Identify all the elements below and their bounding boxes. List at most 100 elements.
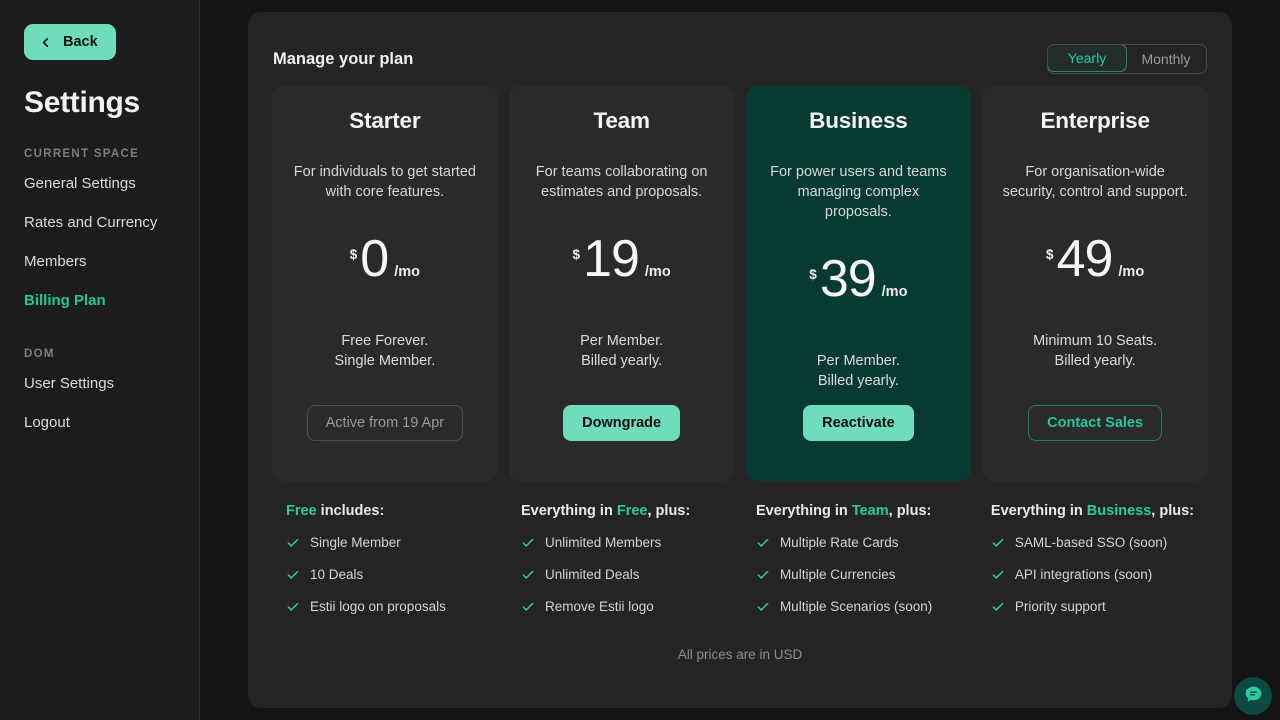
feature-item: Unlimited Members xyxy=(521,535,717,550)
feature-column-title: Everything in Team, plus: xyxy=(755,503,932,519)
plan-cta-wrap: Reactivate xyxy=(803,405,914,461)
plan-terms: Per Member. Billed yearly. xyxy=(580,333,664,370)
feature-column-title: Everything in Free, plus: xyxy=(520,503,691,519)
check-icon xyxy=(286,568,300,582)
check-icon xyxy=(521,536,535,550)
plan-terms: Minimum 10 Seats. Billed yearly. xyxy=(1033,333,1158,370)
panel-heading: Manage your plan xyxy=(273,49,414,68)
check-icon xyxy=(521,568,535,582)
check-icon xyxy=(991,600,1005,614)
nav-group-label: DOM xyxy=(24,348,55,360)
feature-item-label: Multiple Scenarios (soon) xyxy=(779,599,933,614)
price-amount: 19 xyxy=(583,230,640,289)
settings-sidebar: Back Settings CURRENT SPACE General Setti… xyxy=(0,0,200,720)
feature-item-label: Priority support xyxy=(1014,599,1106,614)
feature-item: API integrations (soon) xyxy=(991,567,1194,582)
price-amount: 49 xyxy=(1056,230,1114,289)
price-currency: $ xyxy=(1046,247,1054,263)
sidebar-item-user-settings[interactable]: User Settings xyxy=(24,364,199,403)
main-content: Manage your plan Yearly Monthly Starter F… xyxy=(200,0,1280,720)
check-icon xyxy=(286,536,300,550)
sidebar-item-rates-and-currency[interactable]: Rates and Currency xyxy=(24,203,199,242)
price-period: /mo xyxy=(644,264,671,281)
sidebar-item-members[interactable]: Members xyxy=(24,242,199,281)
price-period: /mo xyxy=(394,264,420,281)
feature-column-4: Everything in Business, plus: SAML-based … xyxy=(977,503,1208,631)
plan-name: Starter xyxy=(349,108,421,133)
plan-cta-wrap: Active from 19 Apr xyxy=(306,405,464,461)
feature-item: Estii logo on proposals xyxy=(286,599,482,614)
plan-cta-team[interactable]: Downgrade xyxy=(563,405,681,441)
feature-item-label: Unlimited Members xyxy=(544,535,662,550)
plan-price: $49/mo xyxy=(1046,233,1144,295)
plan-terms: Free Forever. Single Member. xyxy=(334,333,436,370)
sidebar-item-billing-plan[interactable]: Billing Plan xyxy=(24,281,199,320)
feature-item-label: Single Member xyxy=(310,535,401,550)
back-button-label: Back xyxy=(63,34,98,50)
feature-item-label: Multiple Rate Cards xyxy=(779,535,899,550)
feature-item-label: Estii logo on proposals xyxy=(310,599,446,614)
billing-plan-panel: Manage your plan Yearly Monthly Starter F… xyxy=(248,12,1232,708)
plan-price: $39/mo xyxy=(809,253,907,315)
price-currency: $ xyxy=(349,247,358,263)
plan-cta-enterprise[interactable]: Contact Sales xyxy=(1028,405,1163,441)
plan-card-row: Starter For individuals to get started wi… xyxy=(272,86,1208,481)
feature-column-1: Free includes: Single Member 10 Deals Estii… xyxy=(272,503,496,631)
feature-item: Multiple Scenarios (soon) xyxy=(756,599,952,614)
sidebar-item-logout[interactable]: Logout xyxy=(24,403,199,442)
feature-column-title: Free includes: xyxy=(286,503,385,519)
sidebar-item-general-settings[interactable]: General Settings xyxy=(24,164,199,203)
check-icon xyxy=(286,600,300,614)
check-icon xyxy=(991,536,1005,550)
check-icon xyxy=(521,600,535,614)
price-period: /mo xyxy=(881,284,908,301)
plan-description: For individuals to get started with core… xyxy=(293,164,476,201)
check-icon xyxy=(756,600,770,614)
price-currency: $ xyxy=(809,267,817,283)
feature-title-highlight: Free xyxy=(286,503,317,519)
sidebar-nav: CURRENT SPACE General Settings Rates and C… xyxy=(24,148,199,442)
plan-terms: Per Member. Billed yearly. xyxy=(816,353,900,390)
billing-toggle-monthly[interactable]: Monthly xyxy=(1126,45,1206,73)
price-amount: 0 xyxy=(360,230,389,289)
billing-period-toggle[interactable]: Yearly Monthly xyxy=(1047,44,1207,74)
feature-item: SAML-based SSO (soon) xyxy=(991,535,1194,550)
plan-card-starter: Starter For individuals to get started wi… xyxy=(272,86,498,481)
page-title: Settings xyxy=(24,86,140,119)
plan-description: For power users and teams managing compl… xyxy=(770,164,947,221)
feature-column-title: Everything in Business, plus: xyxy=(990,503,1194,519)
chevron-left-icon xyxy=(38,35,53,50)
feature-title-highlight: Business xyxy=(1086,503,1152,519)
plan-price: $0/mo xyxy=(350,233,420,295)
price-amount: 39 xyxy=(819,250,877,309)
feature-item: Priority support xyxy=(991,599,1194,614)
feature-item-label: Multiple Currencies xyxy=(779,567,896,582)
check-icon xyxy=(756,568,770,582)
feature-item: Multiple Rate Cards xyxy=(756,535,952,550)
feature-item: 10 Deals xyxy=(286,567,482,582)
price-period: /mo xyxy=(1118,264,1145,281)
plan-card-enterprise: Enterprise For organisation-wide security… xyxy=(982,86,1208,481)
plan-description: For teams collaborating on estimates and… xyxy=(535,164,708,201)
feature-column-3: Everything in Team, plus: Multiple Rate C… xyxy=(742,503,966,631)
feature-item-label: 10 Deals xyxy=(310,567,364,582)
plan-name: Team xyxy=(593,108,650,133)
feature-item: Unlimited Deals xyxy=(521,567,717,582)
feature-item-label: Remove Estii logo xyxy=(544,599,654,614)
plan-cta-business[interactable]: Reactivate xyxy=(803,405,914,441)
plan-name: Enterprise xyxy=(1040,108,1150,133)
feature-item: Single Member xyxy=(286,535,482,550)
billing-toggle-yearly[interactable]: Yearly xyxy=(1048,45,1127,72)
feature-item-label: Unlimited Deals xyxy=(544,567,640,582)
feature-title-highlight: Team xyxy=(851,503,889,519)
chat-launcher-button[interactable] xyxy=(1234,677,1272,715)
back-button[interactable]: Back xyxy=(24,24,116,60)
plan-card-team: Team For teams collaborating on estimates… xyxy=(508,86,735,481)
price-currency: $ xyxy=(572,247,581,263)
plan-cta-wrap: Downgrade xyxy=(563,405,681,461)
feature-item: Multiple Currencies xyxy=(756,567,952,582)
feature-item: Remove Estii logo xyxy=(521,599,717,614)
check-icon xyxy=(991,568,1005,582)
plan-description: For organisation-wide security, control … xyxy=(1002,164,1188,201)
feature-title-highlight: Free xyxy=(616,503,648,519)
